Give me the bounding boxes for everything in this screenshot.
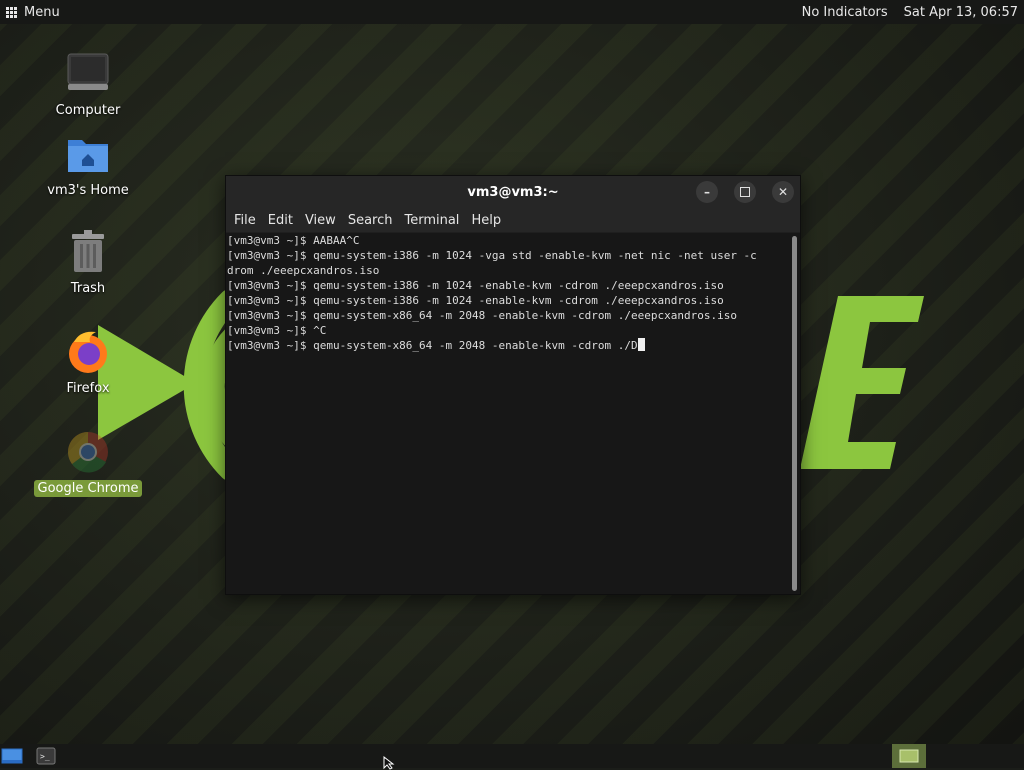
- indicators-applet[interactable]: No Indicators: [802, 5, 888, 20]
- desktop-icon-firefox[interactable]: Firefox: [28, 328, 148, 397]
- bottom-panel: >_: [0, 744, 1024, 768]
- desktop-icon-label: Firefox: [66, 381, 110, 396]
- minimize-button[interactable]: –: [696, 181, 718, 203]
- top-panel: Menu No Indicators Sat Apr 13, 06:57: [0, 0, 1024, 24]
- menu-view[interactable]: View: [299, 213, 342, 228]
- menu-edit[interactable]: Edit: [262, 213, 299, 228]
- terminal-icon: >_: [36, 747, 56, 765]
- menu-search[interactable]: Search: [342, 213, 399, 228]
- minimize-icon: –: [704, 185, 710, 199]
- menu-label: Menu: [24, 4, 60, 20]
- window-titlebar[interactable]: vm3@vm3:~ – ✕: [226, 176, 800, 208]
- desktop-icon-label: Computer: [55, 103, 121, 118]
- terminal-line: [vm3@vm3 ~]$ qemu-system-i386 -m 1024 -v…: [227, 249, 757, 262]
- firefox-icon: [69, 331, 107, 373]
- maximize-icon: [740, 187, 750, 197]
- close-button[interactable]: ✕: [772, 181, 794, 203]
- terminal-menubar: File Edit View Search Terminal Help: [226, 208, 800, 233]
- app-grid-icon: [6, 6, 17, 18]
- menu-help[interactable]: Help: [465, 213, 507, 228]
- desktop-icon-label: vm3's Home: [47, 183, 129, 198]
- terminal-output[interactable]: [vm3@vm3 ~]$ AABAA^C [vm3@vm3 ~]$ qemu-s…: [226, 233, 787, 593]
- show-desktop-button[interactable]: [0, 744, 24, 768]
- desktop-icon-label: Google Chrome: [33, 480, 143, 497]
- terminal-line: [vm3@vm3 ~]$ qemu-system-i386 -m 1024 -e…: [227, 294, 724, 307]
- clock[interactable]: Sat Apr 13, 06:57: [904, 5, 1018, 20]
- terminal-line: [vm3@vm3 ~]$ AABAA^C: [227, 234, 360, 247]
- desktop-icon-chrome[interactable]: Google Chrome: [28, 428, 148, 497]
- close-icon: ✕: [777, 185, 789, 199]
- terminal-line: drom ./eeepcxandros.iso: [227, 264, 380, 277]
- svg-text:>_: >_: [40, 752, 50, 761]
- terminal-window[interactable]: vm3@vm3:~ – ✕ File Edit View Search Term…: [225, 175, 801, 595]
- terminal-task-button[interactable]: >_: [34, 744, 58, 768]
- chrome-icon: [68, 432, 108, 473]
- desktop-icon-trash[interactable]: Trash: [28, 228, 148, 297]
- terminal-scrollbar[interactable]: [792, 236, 797, 591]
- menu-file[interactable]: File: [228, 213, 262, 228]
- main-menu-button[interactable]: Menu: [0, 0, 66, 24]
- terminal-prompt-line[interactable]: [vm3@vm3 ~]$ qemu-system-x86_64 -m 2048 …: [227, 338, 787, 353]
- text-cursor: [637, 338, 645, 351]
- computer-icon: [67, 53, 109, 90]
- menu-terminal[interactable]: Terminal: [398, 213, 465, 228]
- desktop-icon-home[interactable]: vm3's Home: [28, 130, 148, 199]
- desktop-icon-label: Trash: [70, 281, 106, 296]
- terminal-line: [vm3@vm3 ~]$ ^C: [227, 324, 327, 337]
- show-desktop-icon: [1, 748, 23, 764]
- desktop-icon-computer[interactable]: Computer: [28, 50, 148, 119]
- terminal-line: [vm3@vm3 ~]$ qemu-system-x86_64 -m 2048 …: [227, 309, 737, 322]
- workspace-switcher-icon: [899, 749, 919, 763]
- home-folder-icon: [68, 140, 108, 172]
- workspace-switcher[interactable]: [892, 744, 926, 768]
- trash-icon: [72, 230, 104, 272]
- terminal-line: [vm3@vm3 ~]$ qemu-system-i386 -m 1024 -e…: [227, 279, 724, 292]
- maximize-button[interactable]: [734, 181, 756, 203]
- window-title: vm3@vm3:~: [467, 184, 559, 200]
- current-command: [vm3@vm3 ~]$ qemu-system-x86_64 -m 2048 …: [227, 339, 638, 352]
